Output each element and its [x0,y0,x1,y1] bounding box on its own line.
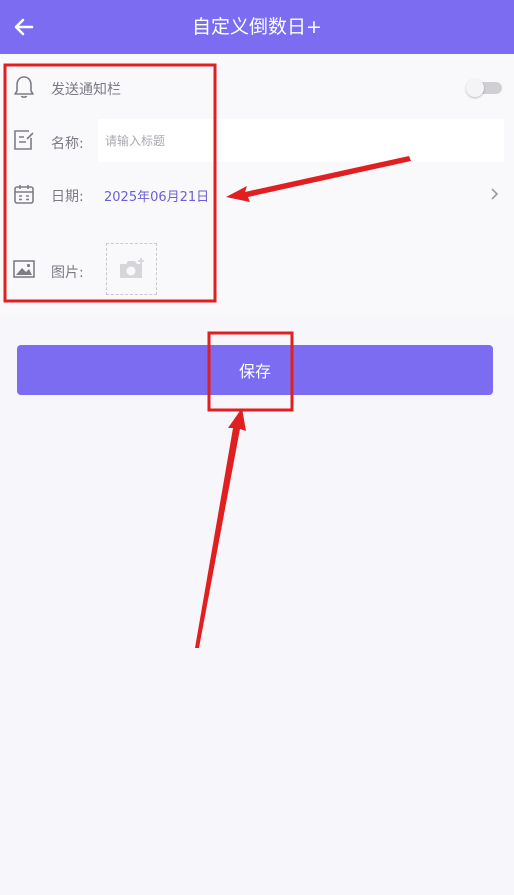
date-value[interactable]: 2025年06月21日 [104,186,209,205]
toggle-knob [466,79,484,97]
save-button[interactable]: 保存 [17,345,493,395]
bell-icon [12,74,36,100]
date-label: 日期: [51,189,84,205]
title-input[interactable] [98,119,504,162]
arrow-to-save [195,408,246,648]
chevron-right-icon[interactable] [488,185,500,203]
app-header: 自定义倒数日+ [0,0,514,54]
calendar-icon [12,182,36,206]
camera-add-icon [119,258,144,278]
image-label: 图片: [51,265,84,281]
edit-note-icon [12,128,36,152]
page-title: 自定义倒数日+ [192,16,322,38]
image-icon [12,258,36,280]
notify-toggle[interactable] [466,79,502,97]
add-photo-button[interactable] [106,243,157,295]
notify-label: 发送通知栏 [51,82,121,98]
name-label: 名称: [51,136,84,152]
